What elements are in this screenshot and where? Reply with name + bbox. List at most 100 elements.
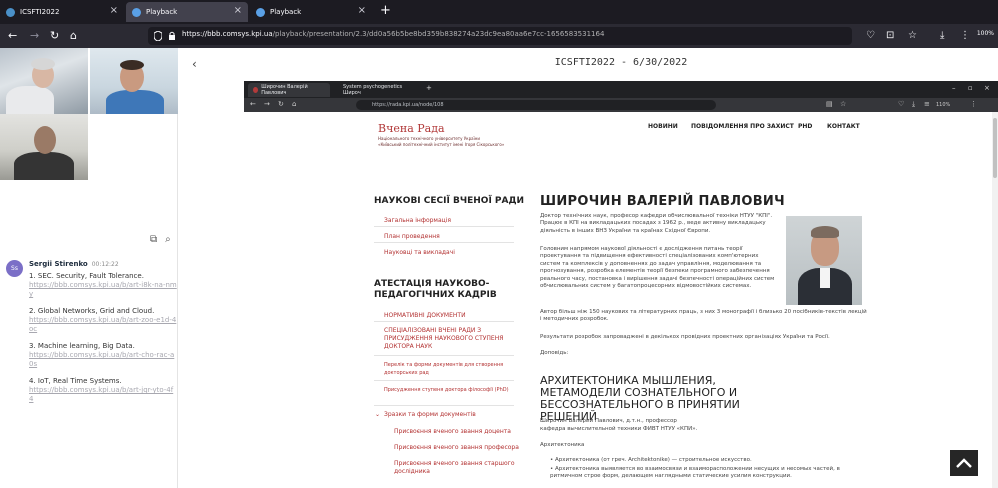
logo-line: Національного технічного університету Ук…	[378, 136, 480, 141]
avatar: Ss	[6, 260, 23, 277]
copy-icon[interactable]: ⧉	[150, 234, 157, 245]
reload-icon[interactable]: ↻	[50, 29, 59, 43]
slide-browser-tab-bar: Широчин Валерій Павлович System psychoge…	[244, 81, 998, 98]
chat-bubble-icon[interactable]: ⌕	[165, 234, 171, 245]
webpage: Вчена Рада Національного технічного унів…	[244, 112, 998, 488]
slide-tab-title: Широчин Валерій Павлович	[261, 84, 308, 96]
slide-tab-title: System psychogenetics Широч	[343, 84, 403, 96]
browser-nav-bar: ← → ↻ ⌂ https://bbb.comsys.kpi.ua/playba…	[0, 24, 998, 48]
nav-item-news: НОВИНИ	[648, 123, 678, 130]
tab-title: Playback	[146, 8, 178, 16]
pocket-icon[interactable]: ♡	[866, 29, 875, 43]
url-bar[interactable]: https://bbb.comsys.kpi.ua/playback/prese…	[148, 27, 852, 45]
maximize-icon: ▫	[968, 84, 973, 92]
download-icon[interactable]: ⤓	[940, 29, 944, 43]
person-hair	[120, 60, 144, 70]
sidebar-link: Науковці та викладачі	[384, 249, 455, 256]
bookmark-star-icon: ☆	[840, 100, 847, 108]
slide-scrollbar	[992, 112, 998, 488]
screenshot-icon[interactable]: ⊡	[886, 29, 894, 43]
sidebar-heading: НАУКОВІ СЕСІЇ ВЧЕНОЇ РАДИ	[374, 196, 525, 206]
back-arrow-icon[interactable]: ←	[8, 29, 17, 43]
chat-list-item: 3. Machine learning, Big Data. https://b…	[29, 342, 177, 369]
person-hair	[31, 58, 55, 70]
bullet-item: • Архитектоника (от греч. Architektonike…	[550, 457, 752, 463]
nav-item-contact: КОНТАКТ	[827, 123, 860, 130]
shield-icon	[154, 31, 162, 41]
portrait-photo	[786, 216, 862, 305]
sidebar-heading: АТЕСТАЦІЯ НАУКОВО-ПЕДАГОГІЧНИХ КАДРІВ	[374, 279, 497, 300]
browser-tab-bar: ICSFTI2022 × Playback × Playback × +	[0, 0, 998, 24]
divider	[374, 405, 514, 406]
sidebar-sublink: Присвоєння вченого звання старшого дослі…	[394, 460, 515, 475]
new-tab-icon: +	[426, 84, 432, 92]
globe-icon	[6, 7, 15, 17]
person-torso	[14, 152, 74, 180]
zoom-level[interactable]: 100%	[977, 30, 994, 37]
lock-icon	[169, 31, 175, 40]
extensions-icon: ⋮	[970, 100, 977, 108]
browser-tab-playback-1[interactable]: Playback ×	[126, 2, 248, 22]
bullet-item: • Архитектоника выявляется во взаимосвяз…	[550, 466, 840, 480]
bookmarks-icon[interactable]: ☆	[908, 29, 917, 43]
scrollbar-thumb	[993, 118, 997, 178]
slide-browser-nav-bar: ← → ↻ ⌂ https://rada.kpi.ua/node/108 ▤ ☆…	[244, 98, 998, 112]
bio-paragraph: Доктор технічних наук, професор кафедри …	[540, 213, 773, 234]
chat-item-link[interactable]: https://bbb.comsys.kpi.ua/b/art-zoo-e1d-…	[29, 316, 177, 334]
browser-tab-playback-2[interactable]: Playback ×	[250, 2, 372, 22]
scroll-to-top-button	[950, 450, 978, 476]
bbb-favicon-icon	[132, 7, 141, 17]
divider	[374, 226, 514, 227]
photo-hair	[811, 226, 839, 238]
close-icon[interactable]: ×	[358, 5, 366, 16]
chat-item-link[interactable]: https://bbb.comsys.kpi.ua/b/art-cho-rac-…	[29, 351, 177, 369]
slide-zoom-level: 110%	[936, 102, 951, 108]
download-icon: ⤓	[912, 100, 916, 108]
chat-item-link[interactable]: https://bbb.comsys.kpi.ua/b/art-i8k-na-n…	[29, 281, 177, 299]
sidebar-link: Перелік та форми документів для створенн…	[384, 362, 504, 376]
bio-paragraph: Головним напрямом наукової діяльності є …	[540, 246, 775, 290]
pocket-icon: ♡	[898, 100, 905, 108]
chat-item-link[interactable]: https://bbb.comsys.kpi.ua/b/art-jqr-yto-…	[29, 386, 177, 404]
chevron-down-icon: ⌄	[375, 411, 381, 418]
tab-title: Playback	[270, 8, 302, 16]
url-path: /playback/presentation/2.3/dd0a56b5be8bd…	[272, 30, 605, 38]
playback-side-panel: ⧉ ⌕ Ss Sergii Stirenko 00:12:22 1. SEC. Se…	[0, 48, 178, 488]
chat-list-item: 1. SEC. Security, Fault Tolerance. https…	[29, 272, 177, 299]
article-title: АРХИТЕКТОНИКА МЫШЛЕНИЯ, МЕТАМОДЕЛИ СОЗНА…	[540, 374, 740, 423]
webcam-video-1[interactable]	[0, 48, 88, 114]
message-time: 00:12:22	[91, 261, 119, 268]
divider	[374, 380, 514, 381]
article-subheading: Архитектоника	[540, 442, 585, 448]
bbb-favicon-icon	[256, 7, 265, 17]
chat-message-body: Sergii Stirenko 00:12:22 1. SEC. Security…	[29, 260, 177, 404]
url-host: https://bbb.comsys.kpi.ua	[182, 30, 273, 38]
close-icon[interactable]: ×	[110, 5, 118, 16]
library-icon: ≡	[924, 100, 930, 108]
divider	[374, 242, 514, 243]
bio-paragraph: Доповідь:	[540, 350, 569, 356]
chat-list-item: 4. IoT, Real Time Systems. https://bbb.c…	[29, 377, 177, 404]
webcam-video-3[interactable]	[0, 114, 88, 180]
home-icon: ⌂	[292, 100, 297, 108]
site-logo: Вчена Рада Національного технічного унів…	[378, 122, 548, 147]
extensions-icon[interactable]: ⋮	[960, 29, 970, 43]
chat-item-text: 3. Machine learning, Big Data.	[29, 342, 135, 350]
person-torso	[6, 86, 54, 114]
close-icon: ×	[984, 84, 990, 92]
browser-tab-icsfti[interactable]: ICSFTI2022 ×	[0, 2, 124, 22]
forward-arrow-icon[interactable]: →	[30, 29, 39, 43]
slide-tab-1: Широчин Валерій Павлович	[248, 83, 330, 97]
chevron-up-icon	[956, 458, 972, 468]
back-arrow-icon: ←	[250, 100, 256, 108]
close-icon[interactable]: ×	[234, 5, 242, 16]
minimize-icon: –	[952, 84, 956, 92]
new-tab-button[interactable]: +	[380, 3, 391, 18]
home-icon[interactable]: ⌂	[70, 29, 77, 43]
bullet-text: Архитектоника выявляется во взаимосвязи …	[550, 466, 840, 480]
slide-tab-2: System psychogenetics Широч	[338, 83, 420, 97]
sidebar-link: Присудження ступеня доктора філософії (P…	[384, 387, 509, 393]
logo-title: Вчена Рада	[378, 122, 445, 135]
presentation-title: ICSFTI2022 - 6/30/2022	[554, 57, 688, 68]
webcam-video-2[interactable]	[90, 48, 178, 114]
